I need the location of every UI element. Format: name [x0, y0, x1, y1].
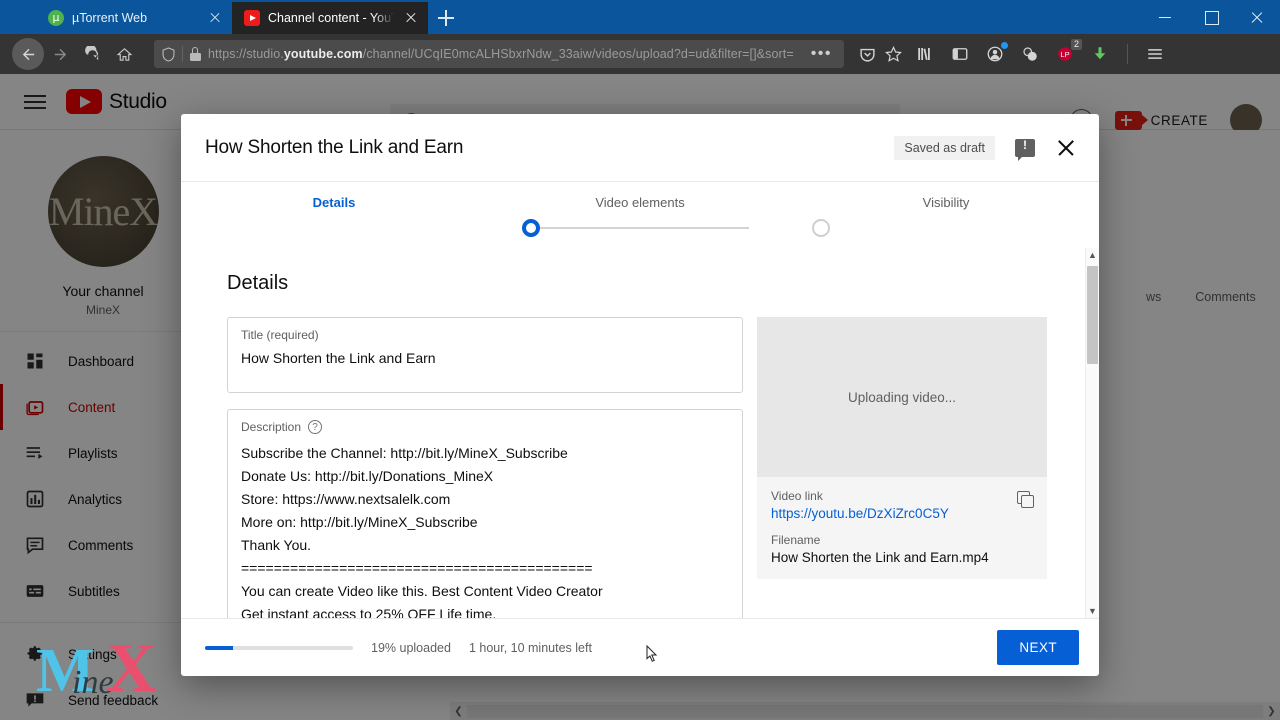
browser-nav-bar: https://studio.youtube.com/channel/UCqIE… [0, 34, 1280, 74]
forward-button[interactable] [44, 38, 76, 70]
tab-title: Channel content - YouTube Stu [268, 11, 394, 25]
upload-progress-text: 19% uploaded [371, 640, 451, 655]
description-line: More on: http://bit.ly/MineX_Subscribe [241, 514, 478, 530]
dialog-scroll-area: Details Title (required) How Shorten the… [181, 248, 1085, 618]
utorrent-icon [48, 10, 64, 26]
title-field-value: How Shorten the Link and Earn [241, 350, 436, 366]
section-title: Details [227, 272, 289, 294]
lastpass-icon[interactable]: LP 2 [1052, 39, 1082, 67]
description-field[interactable]: Description ? Subscribe the Channel: htt… [227, 409, 743, 618]
description-label-text: Description [241, 420, 302, 434]
scroll-thumb[interactable] [1087, 266, 1098, 364]
upload-stepper: Details Video elements Visibility [181, 182, 1099, 248]
step-details[interactable]: Details [181, 195, 487, 210]
help-icon[interactable]: ? [308, 420, 323, 434]
feedback-icon[interactable] [1015, 138, 1035, 161]
browser-tab-youtube-studio[interactable]: Channel content - YouTube Stu [232, 2, 428, 34]
minimize-button[interactable] [1142, 0, 1188, 34]
dialog-header: How Shorten the Link and Earn Saved as d… [181, 114, 1099, 182]
bookmark-star-icon[interactable] [880, 41, 906, 67]
next-button[interactable]: NEXT [997, 630, 1079, 665]
url-separator [182, 46, 183, 62]
page-actions-icon[interactable]: ••• [807, 45, 836, 63]
library-icon[interactable] [912, 41, 938, 67]
browser-tab-utorrent[interactable]: µTorrent Web [36, 2, 232, 34]
download-icon[interactable] [1087, 41, 1113, 67]
meta-gap [771, 521, 1033, 533]
video-preview: Uploading video... [757, 317, 1047, 477]
filename-value: How Shorten the Link and Earn.mp4 [771, 550, 989, 565]
step-dot-details[interactable] [522, 219, 540, 237]
close-icon[interactable] [402, 9, 420, 27]
video-meta-box: Video link https://youtu.be/DzXiZrc0C5Y … [757, 477, 1047, 579]
window-close-button[interactable] [1234, 0, 1280, 34]
description-line: Thank You. [241, 537, 312, 553]
step-dot-video-elements[interactable] [812, 219, 830, 237]
description-line: Donate Us: http://bit.ly/Donations_MineX [241, 468, 494, 484]
scroll-up-icon[interactable]: ▲ [1086, 248, 1099, 262]
container-icon[interactable] [1017, 41, 1043, 67]
url-text: https://studio.youtube.com/channel/UCqIE… [208, 47, 794, 61]
screen: µTorrent Web Channel content - YouTube S… [0, 0, 1280, 720]
dialog-body: Details Title (required) How Shorten the… [181, 248, 1099, 618]
youtube-icon [244, 10, 260, 26]
upload-progress-bar [205, 645, 353, 650]
video-upload-dialog: How Shorten the Link and Earn Saved as d… [181, 114, 1099, 676]
title-field[interactable]: Title (required) How Shorten the Link an… [227, 317, 743, 393]
step-visibility[interactable]: Visibility [793, 195, 1099, 210]
lock-icon[interactable] [190, 47, 201, 61]
new-tab-button[interactable] [428, 2, 464, 34]
maximize-button[interactable] [1188, 0, 1234, 34]
scroll-down-icon[interactable]: ▼ [1086, 604, 1099, 618]
close-icon[interactable] [206, 9, 224, 27]
mouse-cursor [646, 644, 658, 663]
back-button[interactable] [12, 38, 44, 70]
dialog-title: How Shorten the Link and Earn [205, 136, 464, 158]
close-icon[interactable] [1055, 137, 1077, 159]
svg-text:LP: LP [1060, 50, 1069, 59]
url-bar[interactable]: https://studio.youtube.com/channel/UCqIE… [154, 40, 844, 68]
description-line: You can create Video like this. Best Con… [241, 583, 603, 599]
app-menu-icon[interactable] [1142, 41, 1168, 67]
copy-icon[interactable] [1017, 491, 1035, 509]
home-button[interactable] [108, 38, 140, 70]
shield-icon[interactable] [162, 46, 175, 62]
reload-button[interactable] [76, 38, 108, 70]
status-badge: Saved as draft [894, 135, 995, 160]
video-link[interactable]: https://youtu.be/DzXiZrc0C5Y [771, 506, 1033, 521]
window-controls [1142, 0, 1280, 34]
details-left-column: Title (required) How Shorten the Link an… [227, 317, 743, 618]
upload-status-text: Uploading video... [847, 389, 957, 405]
title-field-label: Title (required) [241, 328, 319, 342]
description-line: Store: https://www.nextsalelk.com [241, 491, 451, 507]
dialog-footer: 19% uploaded 1 hour, 10 minutes left NEX… [181, 618, 1099, 676]
details-right-column: Uploading video... Video link https://yo… [757, 317, 1047, 618]
stepper-line [531, 227, 749, 229]
toolbar-divider [1127, 44, 1128, 64]
tab-title: µTorrent Web [72, 11, 148, 25]
browser-tab-strip: µTorrent Web Channel content - YouTube S… [0, 0, 1280, 34]
step-labels: Details Video elements Visibility [181, 195, 1099, 210]
time-left-text: 1 hour, 10 minutes left [468, 640, 592, 655]
video-link-label: Video link [771, 489, 823, 503]
step-video-elements[interactable]: Video elements [487, 195, 793, 210]
description-line: ========================================… [241, 560, 593, 576]
window-left-pad [0, 0, 36, 34]
description-line: Get instant access to 25% OFF Life time, [241, 606, 497, 618]
upload-progress-fill [205, 645, 234, 650]
details-columns: Title (required) How Shorten the Link an… [227, 317, 1047, 618]
filename-label: Filename [771, 533, 821, 547]
description-line: Subscribe the Channel: http://bit.ly/Min… [241, 445, 568, 461]
description-field-label: Description ? [241, 420, 729, 434]
browser-toolbar-icons: LP 2 [912, 39, 1168, 67]
sidebar-icon[interactable] [947, 41, 973, 67]
account-icon[interactable] [982, 41, 1008, 67]
pocket-icon[interactable] [854, 41, 880, 67]
dialog-vertical-scrollbar[interactable]: ▲ ▼ [1085, 248, 1099, 618]
download-badge: 2 [1070, 39, 1082, 50]
